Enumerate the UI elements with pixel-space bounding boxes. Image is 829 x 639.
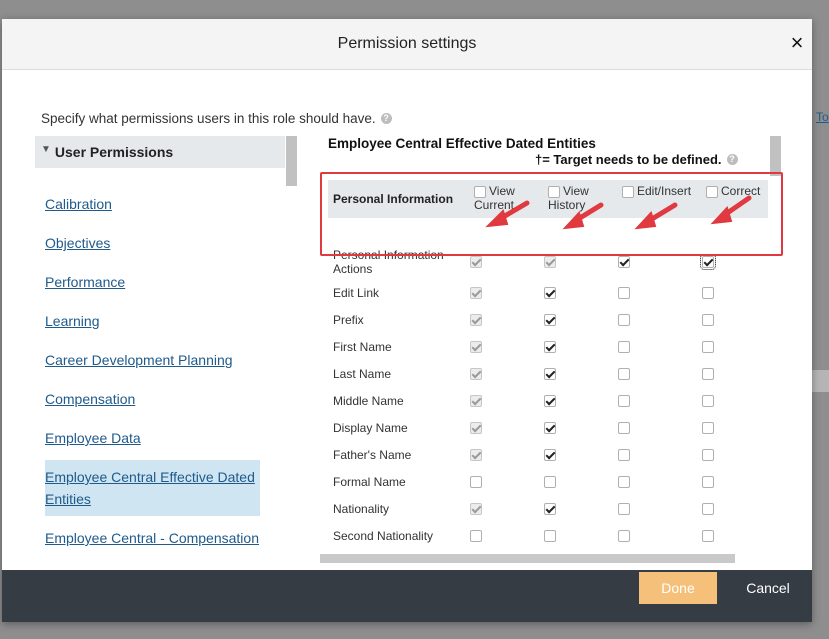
nav-item[interactable]: Calibration xyxy=(45,193,260,215)
row-label: Second Nationality xyxy=(333,529,434,543)
nav-section-header[interactable]: ▼ User Permissions xyxy=(35,136,285,168)
select-all-checkbox[interactable] xyxy=(622,185,634,198)
permission-panel: Employee Central Effective Dated Entitie… xyxy=(318,136,782,563)
close-button[interactable]: × xyxy=(787,32,807,54)
column-header: View History xyxy=(548,184,620,212)
permission-checkbox[interactable] xyxy=(470,503,482,515)
permission-checkbox[interactable] xyxy=(702,530,714,542)
permission-checkbox[interactable] xyxy=(544,341,556,353)
permission-checkbox[interactable] xyxy=(702,314,714,326)
help-icon[interactable]: ? xyxy=(726,154,738,165)
permission-checkbox[interactable] xyxy=(470,287,482,299)
intro-text: Specify what permissions users in this r… xyxy=(41,111,376,126)
row-label: Prefix xyxy=(333,313,364,327)
nav-item[interactable]: Employee Data xyxy=(45,427,260,449)
permission-checkbox[interactable] xyxy=(470,314,482,326)
permission-checkbox[interactable] xyxy=(702,395,714,407)
permission-category-nav: ▼ User Permissions Calibration Objectives… xyxy=(35,136,297,548)
permission-checkbox[interactable] xyxy=(618,395,630,407)
row-label: Formal Name xyxy=(333,475,406,489)
row-label: Middle Name xyxy=(333,394,404,408)
permission-checkbox[interactable] xyxy=(618,314,630,326)
permission-checkbox[interactable] xyxy=(702,476,714,488)
nav-item[interactable]: Employee Central Effective Dated Entitie… xyxy=(45,460,260,516)
permission-checkbox[interactable] xyxy=(618,256,630,268)
permission-checkbox[interactable] xyxy=(470,449,482,461)
nav-item[interactable]: Learning xyxy=(45,310,260,332)
permission-checkbox[interactable] xyxy=(544,368,556,380)
permission-checkbox[interactable] xyxy=(544,530,556,542)
permission-checkbox[interactable] xyxy=(618,287,630,299)
background-link: To xyxy=(816,110,829,124)
column-header: Edit/Insert xyxy=(622,184,694,198)
permission-checkbox[interactable] xyxy=(470,422,482,434)
nav-section-title: User Permissions xyxy=(54,144,174,160)
table-header-label: Personal Information xyxy=(333,192,454,206)
permission-checkbox[interactable] xyxy=(544,314,556,326)
select-all-checkbox[interactable] xyxy=(706,185,718,198)
expand-icon: ▼ xyxy=(41,143,51,155)
permission-checkbox[interactable] xyxy=(702,368,714,380)
permission-checkbox[interactable] xyxy=(470,341,482,353)
permission-checkbox[interactable] xyxy=(702,287,714,299)
permission-checkbox[interactable] xyxy=(618,449,630,461)
panel-title: Employee Central Effective Dated Entitie… xyxy=(328,136,596,151)
nav-item[interactable]: Objectives xyxy=(45,232,260,254)
column-header: Correct xyxy=(706,184,778,198)
intro-text-row: Specify what permissions users in this r… xyxy=(41,111,392,126)
permission-checkbox[interactable] xyxy=(544,287,556,299)
column-header-label: Edit/Insert xyxy=(637,184,692,198)
permission-checkbox[interactable] xyxy=(470,530,482,542)
nav-item[interactable]: Compensation xyxy=(45,388,260,410)
help-icon[interactable]: ? xyxy=(380,113,392,124)
permission-checkbox[interactable] xyxy=(544,395,556,407)
permission-checkbox[interactable] xyxy=(544,256,556,268)
nav-item[interactable]: Performance xyxy=(45,271,260,293)
permission-checkbox[interactable] xyxy=(470,395,482,407)
row-label: First Name xyxy=(333,340,392,354)
table-header: Personal Information View Current View Hi… xyxy=(328,180,768,218)
nav-item[interactable]: Career Development Planning xyxy=(45,349,260,371)
permission-checkbox[interactable] xyxy=(544,503,556,515)
panel-scrollbar[interactable] xyxy=(770,136,781,176)
permission-checkbox[interactable] xyxy=(618,422,630,434)
dialog-header: Permission settings × xyxy=(2,19,812,70)
row-label: Display Name xyxy=(333,421,408,435)
permission-checkbox[interactable] xyxy=(618,368,630,380)
select-all-checkbox[interactable] xyxy=(548,185,560,198)
row-label: Father's Name xyxy=(333,448,412,462)
permission-checkbox[interactable] xyxy=(618,476,630,488)
nav-scrollbar[interactable] xyxy=(286,136,297,186)
permission-checkbox[interactable] xyxy=(544,422,556,434)
row-label: Edit Link xyxy=(333,286,380,300)
column-header: View Current xyxy=(474,184,546,212)
permission-checkbox[interactable] xyxy=(470,368,482,380)
row-label: Last Name xyxy=(333,367,392,381)
target-note-text: †= Target needs to be defined. xyxy=(535,152,722,167)
column-header-label: Correct xyxy=(721,184,761,198)
permission-checkbox[interactable] xyxy=(618,341,630,353)
nav-item[interactable]: Employee Central - Compensation Integrat… xyxy=(45,527,260,548)
row-label: Personal Information Actions xyxy=(333,248,444,276)
permission-checkbox[interactable] xyxy=(470,476,482,488)
permission-checkbox[interactable] xyxy=(618,503,630,515)
done-button[interactable]: Done xyxy=(639,572,717,604)
target-note: †= Target needs to be defined. ? xyxy=(535,152,738,167)
permission-checkbox[interactable] xyxy=(470,256,482,268)
permission-checkbox[interactable] xyxy=(544,476,556,488)
permission-checkbox[interactable] xyxy=(702,449,714,461)
dialog-title: Permission settings xyxy=(337,35,477,52)
background-band xyxy=(812,370,829,392)
permission-checkbox[interactable] xyxy=(702,503,714,515)
permission-checkbox[interactable] xyxy=(700,254,716,270)
permission-checkbox[interactable] xyxy=(702,422,714,434)
permission-settings-dialog: Permission settings × Specify what permi… xyxy=(2,19,812,622)
cancel-button[interactable]: Cancel xyxy=(737,572,799,604)
permission-checkbox[interactable] xyxy=(618,530,630,542)
permission-checkbox[interactable] xyxy=(702,341,714,353)
row-label: Nationality xyxy=(333,502,390,516)
horizontal-scrollbar[interactable] xyxy=(320,554,735,563)
select-all-checkbox[interactable] xyxy=(474,185,486,198)
permission-checkbox[interactable] xyxy=(544,449,556,461)
